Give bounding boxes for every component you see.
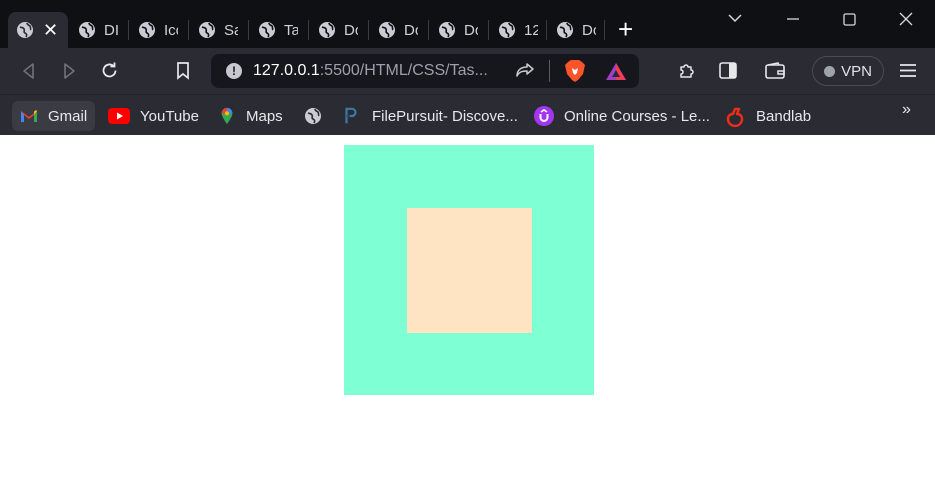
outer-square bbox=[344, 145, 594, 395]
browser-chrome: ✕ DI Ico Sa Ta Do Do bbox=[0, 0, 935, 136]
page-viewport bbox=[0, 135, 935, 499]
bookmark-bandlab[interactable]: Bandlab bbox=[724, 103, 811, 129]
brave-shields-icon[interactable] bbox=[564, 59, 586, 88]
tab-title: DI bbox=[104, 21, 118, 39]
bookmark-label: Maps bbox=[246, 107, 283, 125]
globe-icon bbox=[305, 108, 321, 124]
bookmarks-bar: Gmail YouTube Maps FilePursuit- Discove.… bbox=[0, 94, 935, 136]
filepursuit-icon bbox=[345, 107, 357, 124]
share-icon[interactable] bbox=[515, 62, 535, 85]
url-host: 127.0.0.1 bbox=[253, 62, 320, 79]
bookmark-label: Gmail bbox=[48, 107, 88, 125]
tab-8[interactable]: 12 bbox=[490, 12, 548, 48]
site-info-icon[interactable]: ! bbox=[226, 63, 242, 79]
tab-title: 12 bbox=[524, 21, 538, 39]
reload-button[interactable] bbox=[100, 61, 119, 85]
tab-6[interactable]: Do bbox=[370, 12, 428, 48]
tab-separator bbox=[488, 20, 489, 40]
bookmark-youtube[interactable]: YouTube bbox=[108, 103, 199, 129]
globe-icon bbox=[79, 22, 95, 38]
extensions-icon[interactable] bbox=[678, 61, 697, 85]
vpn-label: VPN bbox=[841, 62, 872, 80]
gmail-icon bbox=[21, 110, 37, 122]
tab-title: Sa bbox=[224, 21, 238, 39]
bookmark-maps[interactable]: Maps bbox=[218, 103, 283, 129]
globe-icon bbox=[139, 22, 155, 38]
youtube-icon bbox=[108, 108, 130, 124]
tab-separator bbox=[428, 20, 429, 40]
tab-separator bbox=[248, 20, 249, 40]
tab-2[interactable]: Ico bbox=[130, 12, 188, 48]
globe-icon bbox=[319, 22, 335, 38]
tab-separator bbox=[308, 20, 309, 40]
tab-search-icon[interactable] bbox=[728, 10, 742, 28]
maps-icon bbox=[221, 107, 233, 125]
tab-title: Do bbox=[344, 21, 358, 39]
bandlab-icon bbox=[726, 107, 744, 127]
tab-separator bbox=[604, 20, 605, 40]
bookmark-label: YouTube bbox=[140, 107, 199, 125]
globe-icon bbox=[499, 22, 515, 38]
maximize-button[interactable] bbox=[843, 13, 856, 31]
brave-rewards-icon[interactable] bbox=[605, 62, 627, 86]
globe-icon bbox=[557, 22, 573, 38]
wallet-icon[interactable] bbox=[765, 62, 785, 84]
bookmark-globe[interactable] bbox=[304, 103, 332, 129]
tab-separator bbox=[188, 20, 189, 40]
bookmark-udemy[interactable]: Online Courses - Le... bbox=[534, 103, 710, 129]
close-tab-icon[interactable]: ✕ bbox=[43, 21, 58, 39]
tab-separator bbox=[368, 20, 369, 40]
tab-title: Ta bbox=[284, 21, 298, 39]
forward-button[interactable] bbox=[60, 62, 78, 85]
bookmark-label: Bandlab bbox=[756, 107, 812, 125]
tab-7[interactable]: Do bbox=[430, 12, 488, 48]
bookmark-gmail[interactable]: Gmail bbox=[12, 101, 96, 131]
minimize-button[interactable] bbox=[786, 12, 800, 30]
vpn-button[interactable]: VPN bbox=[812, 56, 884, 86]
back-button[interactable] bbox=[20, 62, 38, 85]
address-divider bbox=[549, 60, 550, 82]
globe-icon bbox=[17, 22, 33, 38]
bookmark-label: Online Courses - Le... bbox=[564, 107, 710, 125]
url-path: :5500/HTML/CSS/Tas... bbox=[319, 62, 488, 79]
sidebar-icon[interactable] bbox=[719, 62, 737, 84]
address-bar[interactable]: ! 127.0.0.1:5500/HTML/CSS/Tas... bbox=[211, 54, 639, 88]
new-tab-button[interactable]: + bbox=[618, 16, 633, 42]
bookmark-button[interactable] bbox=[176, 61, 190, 85]
bookmark-filepursuit[interactable]: FilePursuit- Discove... bbox=[342, 103, 518, 129]
close-window-button[interactable] bbox=[899, 12, 913, 31]
tab-5[interactable]: Do bbox=[310, 12, 368, 48]
tab-title: Do bbox=[404, 21, 418, 39]
inner-square bbox=[407, 208, 532, 333]
bookmark-label: FilePursuit- Discove... bbox=[372, 107, 518, 125]
tab-9[interactable]: Do bbox=[548, 12, 604, 48]
globe-icon bbox=[199, 22, 215, 38]
tab-1[interactable]: DI bbox=[70, 12, 128, 48]
tab-separator bbox=[546, 20, 547, 40]
url-text[interactable]: 127.0.0.1:5500/HTML/CSS/Tas... bbox=[253, 62, 488, 80]
vpn-status-icon bbox=[824, 65, 836, 77]
tab-title: Ico bbox=[164, 21, 178, 39]
tab-title: Do bbox=[582, 21, 596, 39]
tab-title: Do bbox=[464, 21, 478, 39]
more-bookmarks-icon[interactable]: » bbox=[902, 101, 911, 119]
tab-3[interactable]: Sa bbox=[190, 12, 248, 48]
globe-icon bbox=[259, 22, 275, 38]
tab-strip: ✕ DI Ico Sa Ta Do Do bbox=[0, 0, 935, 48]
globe-icon bbox=[379, 22, 395, 38]
tab-active[interactable]: ✕ bbox=[8, 12, 68, 48]
udemy-icon bbox=[534, 106, 554, 126]
tab-4[interactable]: Ta bbox=[250, 12, 308, 48]
menu-icon[interactable] bbox=[899, 63, 917, 83]
tab-separator bbox=[128, 20, 129, 40]
globe-icon bbox=[439, 22, 455, 38]
